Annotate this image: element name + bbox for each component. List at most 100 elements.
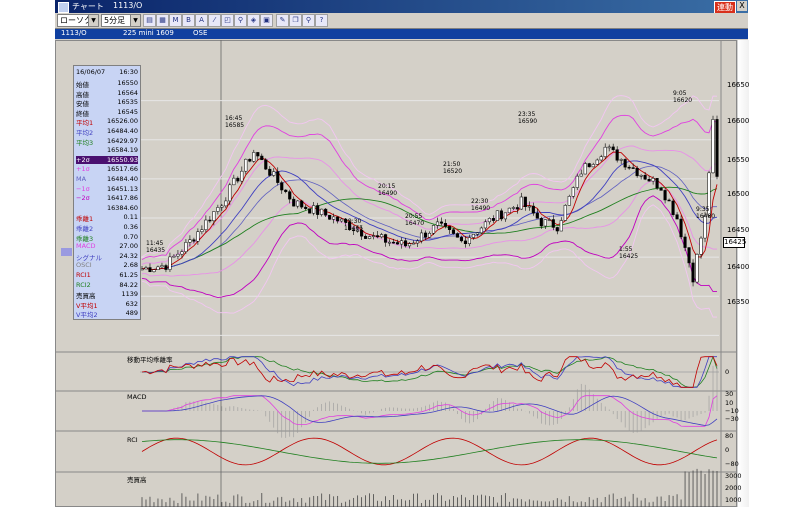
candle-body (543, 219, 547, 227)
interval-select[interactable]: 5分足 ▼ (101, 14, 141, 27)
databox-value: 1139 (121, 290, 138, 299)
databox-key: 終値 (76, 109, 89, 118)
window-title: チャート (72, 2, 104, 11)
databox-value: 24.32 (119, 251, 138, 260)
panel-tick: 30 (725, 390, 734, 398)
price-annotation: 16:45 16585 (225, 115, 245, 129)
candle-body (495, 210, 499, 221)
ma-icon[interactable]: M (169, 14, 182, 27)
right-scrollbar[interactable] (737, 40, 749, 507)
chart-type-select[interactable]: ローソク ▼ (57, 14, 99, 27)
candle-body (324, 208, 328, 216)
rci2-line (141, 439, 718, 464)
candle-body (511, 207, 515, 209)
databox-row: RCI1 61.25 (76, 271, 138, 279)
candle-body (591, 164, 595, 168)
databox-row: 始値 16550 (76, 79, 138, 89)
databox-key: RCI1 (76, 271, 91, 279)
candle-body (419, 232, 424, 242)
candle-body (316, 205, 320, 215)
candle-body (503, 212, 507, 220)
candle-body (499, 210, 503, 220)
databox-row: 乖離2 0.36 (76, 223, 138, 233)
info-bar: 1113/O 225 mini 1609 OSE (55, 29, 748, 39)
bollinger-band (142, 180, 717, 277)
databox-key: MACD (76, 242, 96, 251)
databox-value: 16484.40 (106, 175, 138, 183)
candle-body (639, 174, 643, 177)
close-button[interactable]: X (737, 1, 747, 11)
candle-body (559, 220, 563, 232)
databox-row: 終値 16545 (76, 108, 138, 118)
copy-icon[interactable]: ❐ (289, 14, 302, 27)
candle-body (427, 232, 432, 238)
panel-tick: 0 (725, 368, 730, 376)
databox-row: シグナル 24.32 (76, 251, 138, 262)
candle-body (180, 251, 184, 255)
title-bar[interactable]: チャート 1113/O 連動 X (55, 0, 748, 14)
candle-body (300, 200, 304, 208)
databox-value: 16550.93 (106, 155, 138, 164)
candle-body (264, 159, 268, 170)
databox-value: 2.68 (123, 261, 138, 270)
candle-body (192, 239, 196, 242)
print-icon[interactable]: ▣ (260, 14, 273, 27)
line-icon[interactable]: ⁄ (208, 14, 221, 27)
zoom-icon[interactable]: ◰ (221, 14, 234, 27)
candle-body (268, 168, 272, 176)
candle-body (272, 171, 276, 176)
candle-body (655, 178, 659, 189)
candle-body (292, 198, 296, 207)
candle-body (463, 240, 467, 244)
databox-key: 乖離1 (76, 215, 94, 224)
candle-body (579, 173, 583, 177)
candle-body (204, 219, 208, 230)
databox-value: 0.70 (123, 232, 138, 241)
candle-body (188, 239, 192, 243)
candle-body (631, 167, 635, 169)
candle-body (643, 174, 647, 180)
databox-row: 16584.19 (76, 146, 138, 154)
candle-body (244, 158, 248, 172)
candle-body (248, 158, 252, 162)
candle-body (531, 205, 535, 214)
candle-body (447, 226, 452, 230)
candle-body (615, 149, 619, 161)
candle-body (148, 267, 152, 273)
window-code: 1113/O (113, 1, 143, 10)
databox-row: 平均1 16526.00 (76, 117, 138, 127)
price-annotation: 20:15 16490 (378, 183, 398, 197)
candle-body (623, 159, 627, 168)
price-chart[interactable] (55, 40, 737, 507)
candle-body (415, 240, 420, 244)
databox-value: 16564 (117, 88, 138, 97)
search-icon[interactable]: ⚲ (234, 14, 247, 27)
databox-value: 16384.60 (106, 203, 138, 212)
panel-tick: 0 (725, 446, 730, 454)
candle-body (284, 189, 288, 192)
pen-icon[interactable]: ✎ (276, 14, 289, 27)
databox-key: V平均2 (76, 311, 98, 320)
avg-icon[interactable]: A (195, 14, 208, 27)
candle-body (487, 218, 491, 223)
help-icon[interactable]: ? (315, 14, 328, 27)
databox-value: 16417.86 (106, 194, 138, 203)
bb-icon[interactable]: B (182, 14, 195, 27)
bar-chart-icon[interactable]: ▤ (143, 14, 156, 27)
candle-body (236, 177, 240, 182)
databox-row: V平均1 632 (76, 300, 138, 310)
price-annotation: 11:45 16435 (146, 240, 166, 254)
databox-key: −2σ (76, 194, 90, 203)
candle-body (483, 221, 487, 229)
data-window: 16/06/07 16:30 始値 16550 高値 16564 安値 16535 終値 16… (73, 65, 141, 320)
price-annotation: 9:05 16620 (673, 90, 693, 104)
databox-key: MA (76, 175, 87, 183)
settings-icon[interactable]: ◈ (247, 14, 260, 27)
table-icon[interactable]: ▦ (156, 14, 169, 27)
candle-body (232, 177, 236, 186)
panel-title-macd: MACD (127, 393, 147, 401)
databox-value: 489 (125, 309, 138, 318)
databox-row: 高値 16564 (76, 88, 138, 99)
panel-title-deviation: 移動平均乖離率 (127, 356, 173, 364)
find-icon[interactable]: ⚲ (302, 14, 315, 27)
